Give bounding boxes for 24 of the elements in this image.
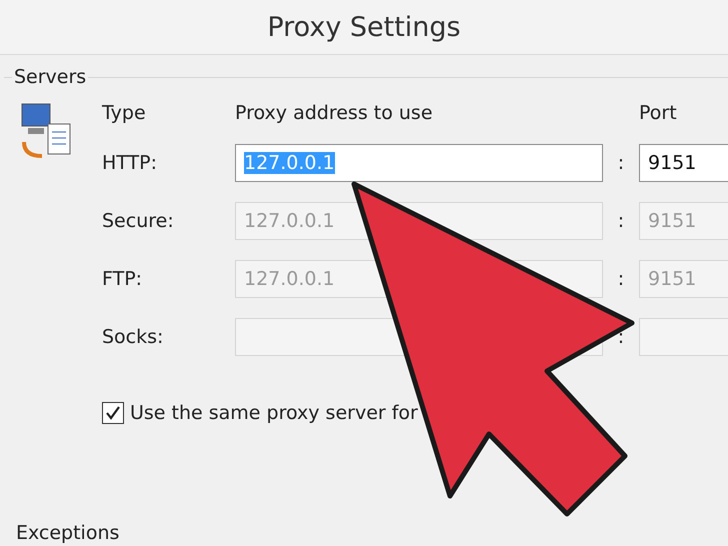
protocol-label: FTP: [102,268,144,290]
port-field[interactable] [639,318,728,356]
window-title: Proxy Settings [267,12,461,42]
port-text: 9151 [648,152,696,174]
port-field[interactable]: 9151 [639,144,728,182]
separator: : [616,152,626,174]
address-text: 127.0.0.1 [244,210,335,232]
separator: : [616,326,626,348]
group-title: Exceptions [16,522,120,544]
column-header: Type [102,102,147,124]
protocol-label: HTTP: [102,152,158,174]
port-text: 9151 [648,210,696,232]
checkbox[interactable] [102,402,124,424]
address-text: 127.0.0.1 [244,268,335,290]
address-field[interactable]: 127.0.0.1 [235,144,603,182]
separator: : [616,210,626,232]
address-text: 127.0.0.1 [244,152,335,174]
protocol-label: Secure: [102,210,175,232]
column-header: Proxy address to use [235,102,434,124]
checkbox-label: Use the same proxy server for [130,402,418,424]
protocol-label: Socks: [102,326,164,348]
port-text: 9151 [648,268,696,290]
separator: : [616,268,626,290]
column-header: Port [639,102,678,124]
